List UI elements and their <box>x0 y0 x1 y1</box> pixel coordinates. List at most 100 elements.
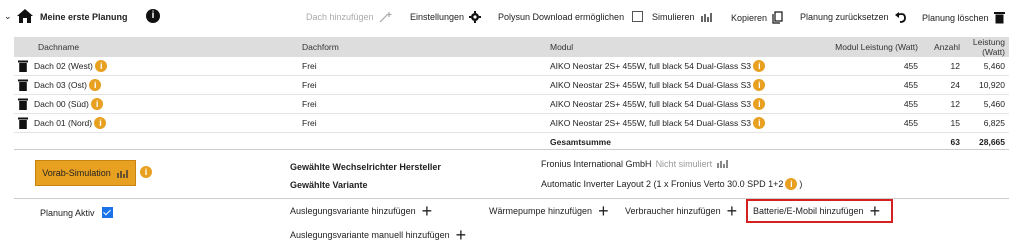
roof-table: Dachname Dachform Modul Modul Leistung (… <box>14 37 1009 151</box>
variant-value: Automatic Inverter Layout 2 (1 x Fronius… <box>541 179 784 189</box>
roof-name[interactable]: Dach 02 (West) <box>34 61 93 71</box>
reset-planning-button[interactable]: Planung zurücksetzen <box>800 11 907 23</box>
page-title: Meine erste Planung <box>40 12 128 22</box>
gear-icon <box>469 11 482 23</box>
divider <box>14 149 1009 150</box>
info-icon[interactable]: i <box>91 97 104 110</box>
not-simulated-text: Nicht simuliert <box>655 158 713 169</box>
info-icon[interactable]: i <box>753 79 766 91</box>
simulate-icon <box>700 13 712 22</box>
info-icon[interactable]: i <box>753 117 766 129</box>
manufacturer-value-row: Fronius International GmbH Nicht simulie… <box>541 158 729 169</box>
variant-value-close: ) <box>799 179 803 189</box>
total-watt: 5,460 <box>964 57 1009 76</box>
info-icon[interactable]: i <box>753 98 766 110</box>
info-icon[interactable]: i <box>140 166 152 178</box>
planning-active-checkbox[interactable] <box>101 207 113 218</box>
add-variant-label: Auslegungsvariante hinzufügen <box>290 206 416 216</box>
table-header-row: Dachname Dachform Modul Modul Leistung (… <box>14 37 1009 57</box>
table-row: Dach 00 (Süd) i Frei AIKO Neostar 2S+ 45… <box>14 94 1009 114</box>
roof-form: Frei <box>298 113 546 133</box>
col-modul: Modul <box>546 37 794 57</box>
table-row: Dach 01 (Nord) i Frei AIKO Neostar 2S+ 4… <box>14 113 1009 133</box>
plus-icon: + <box>455 225 467 245</box>
settings-button[interactable]: Einstellungen <box>410 11 482 23</box>
roof-form: Frei <box>298 75 546 95</box>
trash-icon[interactable] <box>18 60 28 73</box>
roof-name-cell: Dach 00 (Süd) i <box>14 94 298 114</box>
polysun-checkbox[interactable] <box>632 11 644 22</box>
planning-active-toggle[interactable]: Planung Aktiv <box>40 207 113 218</box>
roof-form: Frei <box>298 94 546 114</box>
roof-name[interactable]: Dach 01 (Nord) <box>34 118 92 128</box>
highlight-box <box>746 199 893 223</box>
add-variant-button[interactable]: Auslegungsvariante hinzufügen + <box>290 202 432 220</box>
roof-name[interactable]: Dach 03 (Ost) <box>34 80 87 90</box>
module-cell: AIKO Neostar 2S+ 455W, full black 54 Dua… <box>546 94 794 114</box>
total-watt: 6,825 <box>964 113 1009 133</box>
copy-label: Kopieren <box>731 12 768 23</box>
simulate-icon <box>117 169 128 178</box>
add-roof-label: Dach hinzufügen <box>306 12 374 22</box>
add-heatpump-label: Wärmepumpe hinzufügen <box>489 206 593 216</box>
polysun-download-toggle[interactable]: Polysun Download ermöglichen <box>498 11 644 22</box>
variant-value-row: Automatic Inverter Layout 2 (1 x Fronius… <box>541 178 802 190</box>
module-name: AIKO Neostar 2S+ 455W, full black 54 Dua… <box>550 61 752 71</box>
module-count: 24 <box>922 75 964 95</box>
col-anzahl: Anzahl <box>922 37 964 57</box>
delete-planning-button[interactable]: Planung löschen <box>922 11 1005 24</box>
info-icon[interactable]: i <box>89 78 102 91</box>
add-roof-button[interactable]: Dach hinzufügen <box>306 11 393 23</box>
copy-button[interactable]: Kopieren <box>731 11 783 24</box>
variant-label: Gewählte Variante <box>290 180 368 190</box>
vorab-simulation-button[interactable]: Vorab-Simulation <box>35 160 136 186</box>
add-roof-icon <box>379 12 392 23</box>
module-watt: 455 <box>794 57 922 76</box>
roof-name-cell: Dach 03 (Ost) i <box>14 75 298 95</box>
chevron-down-icon[interactable]: ⌄ <box>4 11 12 22</box>
module-cell: AIKO Neostar 2S+ 455W, full black 54 Dua… <box>546 75 794 95</box>
add-variant-manual-button[interactable]: Auslegungsvariante manuell hinzufügen + <box>290 225 467 245</box>
total-watt: 10,920 <box>964 75 1009 95</box>
manufacturer-label: Gewählte Wechselrichter Hersteller <box>290 162 441 172</box>
col-dachname: Dachname <box>14 37 298 57</box>
simulate-label: Simulieren <box>652 12 695 22</box>
info-icon[interactable]: i <box>753 60 766 72</box>
col-modul-leistung: Modul Leistung (Watt) <box>794 37 922 57</box>
info-icon[interactable]: i <box>94 116 107 129</box>
home-icon <box>16 9 33 23</box>
roof-name[interactable]: Dach 00 (Süd) <box>34 99 89 109</box>
simulate-button[interactable]: Simulieren <box>652 11 714 23</box>
manufacturer-value: Fronius International GmbH <box>541 158 652 169</box>
trash-icon[interactable] <box>18 79 28 92</box>
module-count: 12 <box>922 94 964 114</box>
total-watt: 5,460 <box>964 94 1009 114</box>
module-cell: AIKO Neostar 2S+ 455W, full black 54 Dua… <box>546 113 794 133</box>
polysun-label: Polysun Download ermöglichen <box>498 11 625 22</box>
table-row: Dach 02 (West) i Frei AIKO Neostar 2S+ 4… <box>14 57 1009 76</box>
module-cell: AIKO Neostar 2S+ 455W, full black 54 Dua… <box>546 57 794 76</box>
undo-icon <box>894 12 906 23</box>
module-name: AIKO Neostar 2S+ 455W, full black 54 Dua… <box>550 80 752 90</box>
settings-label: Einstellungen <box>410 12 465 22</box>
module-name: AIKO Neostar 2S+ 455W, full black 54 Dua… <box>550 99 752 109</box>
plus-icon: + <box>726 201 738 221</box>
module-watt: 455 <box>794 75 922 95</box>
planning-header: ⌄ <box>4 8 34 24</box>
add-consumer-button[interactable]: Verbraucher hinzufügen + <box>625 201 738 221</box>
trash-icon <box>993 12 1005 24</box>
simulate-icon <box>717 160 728 168</box>
trash-icon[interactable] <box>18 98 28 111</box>
plus-icon: + <box>598 201 609 221</box>
info-icon[interactable]: i <box>95 59 108 72</box>
add-variant-manual-label: Auslegungsvariante manuell hinzufügen <box>290 230 450 240</box>
info-icon[interactable]: i <box>146 9 160 23</box>
module-count: 12 <box>922 57 964 76</box>
table-row: Dach 03 (Ost) i Frei AIKO Neostar 2S+ 45… <box>14 75 1009 95</box>
trash-icon[interactable] <box>18 117 28 130</box>
module-count: 15 <box>922 113 964 133</box>
info-icon[interactable]: i <box>785 178 798 190</box>
copy-icon <box>772 11 783 24</box>
roof-name-cell: Dach 02 (West) i <box>14 57 298 76</box>
add-heatpump-button[interactable]: Wärmepumpe hinzufügen + <box>489 201 609 221</box>
